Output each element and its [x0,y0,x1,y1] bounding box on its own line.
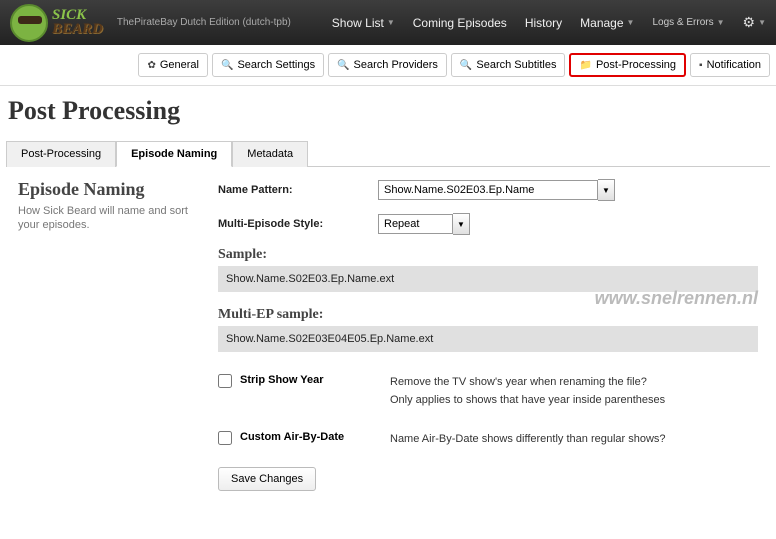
multi-ep-sample-label: Multi-EP sample: [218,307,758,323]
settings-gear-icon[interactable]: ⚙▼ [743,14,766,31]
subtab-metadata[interactable]: Metadata [232,141,308,167]
tab-post-processing[interactable]: 📁Post-Processing [569,53,686,77]
subtab-episode-naming[interactable]: Episode Naming [116,141,232,167]
tab-notification[interactable]: ▪Notification [690,53,770,77]
page-title: Post Processing [8,96,768,126]
sample-value: Show.Name.S02E03.Ep.Name.ext [218,266,758,292]
strip-show-year-desc1: Remove the TV show's year when renaming … [390,374,665,392]
chevron-down-icon: ▼ [717,18,725,27]
logo[interactable]: SICK BEARD [10,4,103,42]
search-icon: 🔍 [460,60,472,71]
chevron-down-icon: ▼ [758,18,766,27]
app-header: SICK BEARD ThePirateBay Dutch Edition (d… [0,0,776,45]
tab-search-providers[interactable]: 🔍Search Providers [328,53,447,77]
chevron-down-icon: ▼ [627,18,635,27]
subtab-post-processing[interactable]: Post-Processing [6,141,116,167]
content-area: Episode Naming How Sick Beard will name … [0,167,776,503]
strip-show-year-desc2: Only applies to shows that have year ins… [390,392,665,410]
nav-history[interactable]: History [525,16,562,30]
settings-toolbar: ✿General 🔍Search Settings 🔍Search Provid… [0,45,776,86]
name-pattern-dropdown-button[interactable]: ▼ [598,179,615,201]
name-pattern-input[interactable] [378,180,598,200]
custom-air-by-date-label: Custom Air-By-Date [240,431,390,443]
nav-coming-episodes[interactable]: Coming Episodes [413,16,507,30]
custom-air-by-date-desc: Name Air-By-Date shows differently than … [390,431,666,449]
sample-label: Sample: [218,247,758,263]
nav-show-list[interactable]: Show List▼ [332,16,395,30]
custom-air-by-date-checkbox[interactable] [218,431,232,445]
section-title: Episode Naming [18,179,188,200]
multi-episode-dropdown-button[interactable]: ▼ [453,213,470,235]
multi-episode-style-select[interactable] [378,214,453,234]
strip-show-year-label: Strip Show Year [240,374,390,386]
nav-manage[interactable]: Manage▼ [580,16,634,30]
search-icon: 🔍 [337,60,349,71]
gear-icon: ✿ [147,60,155,71]
strip-show-year-checkbox[interactable] [218,374,232,388]
monitor-icon: ▪ [699,60,703,71]
logo-text-bottom: BEARD [52,23,103,37]
section-description: How Sick Beard will name and sort your e… [18,204,188,233]
search-icon: 🔍 [221,60,233,71]
multi-ep-sample-value: Show.Name.S02E03E04E05.Ep.Name.ext [218,326,758,352]
edition-label: ThePirateBay Dutch Edition (dutch-tpb) [117,17,291,28]
name-pattern-label: Name Pattern: [218,184,378,196]
multi-episode-style-label: Multi-Episode Style: [218,218,378,230]
chevron-down-icon: ▼ [387,18,395,27]
tab-general[interactable]: ✿General [138,53,208,77]
sub-tabs: Post-Processing Episode Naming Metadata [6,140,770,167]
save-changes-button[interactable]: Save Changes [218,467,316,491]
logo-icon [10,4,48,42]
folder-icon: 📁 [579,60,591,71]
main-nav: Show List▼ Coming Episodes History Manag… [332,14,766,31]
tab-search-settings[interactable]: 🔍Search Settings [212,53,324,77]
tab-search-subtitles[interactable]: 🔍Search Subtitles [451,53,566,77]
nav-logs-errors[interactable]: Logs & Errors▼ [652,17,724,28]
